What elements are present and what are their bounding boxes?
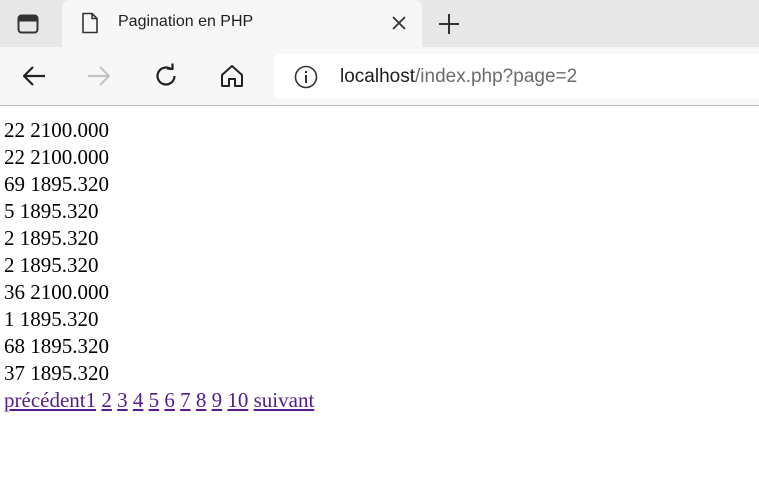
row-value: 1895.320 — [19, 199, 99, 223]
refresh-icon — [156, 63, 176, 86]
page-link-2[interactable]: 2 — [101, 388, 112, 412]
info-icon[interactable] — [294, 65, 318, 89]
arrow-left-icon — [22, 66, 45, 86]
tab-actions-button[interactable] — [10, 8, 46, 40]
row-id: 69 — [4, 172, 25, 196]
tab-bar: Pagination en PHP — [0, 0, 759, 47]
page-link-6[interactable]: 6 — [164, 388, 175, 412]
back-button[interactable] — [16, 58, 52, 94]
refresh-button[interactable] — [148, 58, 184, 94]
row-id: 22 — [4, 118, 25, 142]
row-id: 36 — [4, 280, 25, 304]
home-button[interactable] — [214, 58, 250, 94]
list-item: 36 2100.000 — [4, 279, 314, 306]
active-tab[interactable]: Pagination en PHP — [62, 0, 422, 47]
page-link-9[interactable]: 9 — [212, 388, 223, 412]
row-id: 1 — [4, 307, 15, 331]
home-icon — [221, 65, 243, 87]
address-bar[interactable]: localhost/index.php?page=2 — [274, 54, 759, 99]
url-text: localhost/index.php?page=2 — [340, 66, 577, 88]
row-value: 1895.320 — [30, 334, 109, 358]
page-content: 22 2100.000 22 2100.000 69 1895.320 5 1895.… — [4, 117, 314, 414]
row-id: 37 — [4, 361, 25, 385]
list-item: 2 1895.320 — [4, 252, 314, 279]
row-id: 2 — [4, 253, 15, 277]
page-link-4[interactable]: 4 — [133, 388, 144, 412]
row-value: 2100.000 — [30, 118, 109, 142]
tab-actions-icon — [17, 14, 39, 34]
close-icon — [392, 16, 406, 30]
new-tab-button[interactable] — [432, 8, 466, 40]
page-link-8[interactable]: 8 — [196, 388, 207, 412]
row-value: 1895.320 — [30, 172, 109, 196]
browser-toolbar: localhost/index.php?page=2 — [0, 47, 759, 106]
list-item: 22 2100.000 — [4, 117, 314, 144]
list-item: 22 2100.000 — [4, 144, 314, 171]
page-link-7[interactable]: 7 — [180, 388, 191, 412]
prev-link[interactable]: précédent — [4, 388, 86, 412]
page-link-5[interactable]: 5 — [149, 388, 160, 412]
page-icon — [82, 12, 98, 34]
row-value: 1895.320 — [19, 307, 99, 331]
row-id: 5 — [4, 199, 15, 223]
row-id: 2 — [4, 226, 15, 250]
list-item: 69 1895.320 — [4, 171, 314, 198]
tab-title: Pagination en PHP — [118, 13, 254, 30]
list-item: 1 1895.320 — [4, 306, 314, 333]
list-item: 5 1895.320 — [4, 198, 314, 225]
row-id: 68 — [4, 334, 25, 358]
pagination: précédent1 2 3 4 5 6 7 8 9 10 suivant — [4, 387, 314, 414]
tab-close-button[interactable] — [388, 12, 410, 34]
row-value: 2100.000 — [30, 145, 109, 169]
results-list: 22 2100.000 22 2100.000 69 1895.320 5 1895.… — [4, 117, 314, 387]
row-value: 1895.320 — [19, 226, 99, 250]
list-item: 2 1895.320 — [4, 225, 314, 252]
page-link-3[interactable]: 3 — [117, 388, 128, 412]
url-host: localhost — [340, 66, 415, 87]
url-path: /index.php?page=2 — [415, 66, 578, 87]
list-item: 68 1895.320 — [4, 333, 314, 360]
row-id: 22 — [4, 145, 25, 169]
row-value: 1895.320 — [30, 361, 109, 385]
page-link-1[interactable]: 1 — [86, 388, 97, 412]
row-value: 2100.000 — [30, 280, 109, 304]
forward-button[interactable] — [81, 58, 117, 94]
page-link-10[interactable]: 10 — [227, 388, 248, 412]
list-item: 37 1895.320 — [4, 360, 314, 387]
plus-icon — [439, 14, 459, 34]
next-link[interactable]: suivant — [254, 388, 315, 412]
arrow-right-icon — [88, 66, 111, 86]
row-value: 1895.320 — [19, 253, 99, 277]
